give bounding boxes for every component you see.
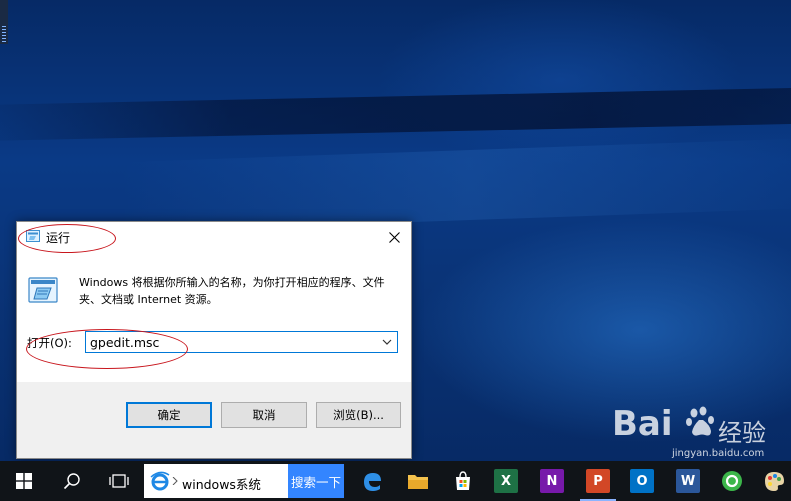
baidu-search-box[interactable]: windows系统 (144, 464, 288, 498)
task-view-button[interactable] (97, 461, 141, 501)
watermark-url: jingyan.baidu.com (672, 448, 765, 459)
store-app[interactable] (441, 461, 485, 501)
wallpaper-glow (118, 137, 791, 233)
baidu-paw-logo (686, 406, 714, 436)
ie-icon (150, 471, 170, 491)
powerpoint-app[interactable]: P (586, 469, 610, 493)
chevron-down-icon[interactable] (381, 336, 393, 348)
ok-button[interactable]: 确定 (126, 402, 212, 428)
browser-360-icon (722, 471, 742, 491)
word-app[interactable]: W (676, 469, 700, 493)
edge-icon (364, 473, 381, 491)
paint-app[interactable] (756, 461, 791, 501)
wallpaper-light-beam (0, 86, 791, 142)
store-icon (456, 471, 470, 490)
file-explorer-app[interactable] (396, 461, 440, 501)
start-button[interactable] (0, 461, 48, 501)
search-input[interactable]: windows系统 (182, 474, 261, 493)
windows-logo-icon (16, 473, 32, 489)
cancel-button[interactable]: 取消 (221, 402, 307, 428)
watermark-cn: 经验 (718, 419, 766, 447)
corner-widget (0, 0, 8, 44)
cortana-search-button[interactable] (50, 461, 94, 501)
close-button[interactable] (377, 222, 411, 252)
task-view-icon (109, 474, 129, 488)
dialog-description: Windows 将根据你所输入的名称，为你打开相应的程序、文件夹、文档或 Int… (79, 276, 385, 306)
search-icon (63, 473, 80, 490)
close-icon (388, 231, 400, 243)
chevron-right-icon (172, 477, 178, 485)
search-submit-button[interactable]: 搜索一下 (288, 464, 344, 498)
360-browser-app[interactable] (712, 461, 752, 501)
run-dialog: 运行 Windows 将根据你所输入的名称，为你打开相应的程序、文件夹、文档或 … (16, 221, 412, 459)
annotation-ellipse-command (26, 329, 188, 369)
annotation-ellipse-title (18, 224, 116, 253)
watermark-brand: Bai (612, 404, 673, 444)
browse-button[interactable]: 浏览(B)... (316, 402, 401, 428)
folder-icon (408, 475, 428, 489)
run-program-icon (28, 277, 58, 303)
palette-icon (764, 472, 784, 491)
taskbar: windows系统 搜索一下 X N P O W (0, 461, 791, 501)
excel-app[interactable]: X (494, 469, 518, 493)
edge-app[interactable] (350, 461, 394, 501)
onenote-app[interactable]: N (540, 469, 564, 493)
outlook-app[interactable]: O (630, 469, 654, 493)
